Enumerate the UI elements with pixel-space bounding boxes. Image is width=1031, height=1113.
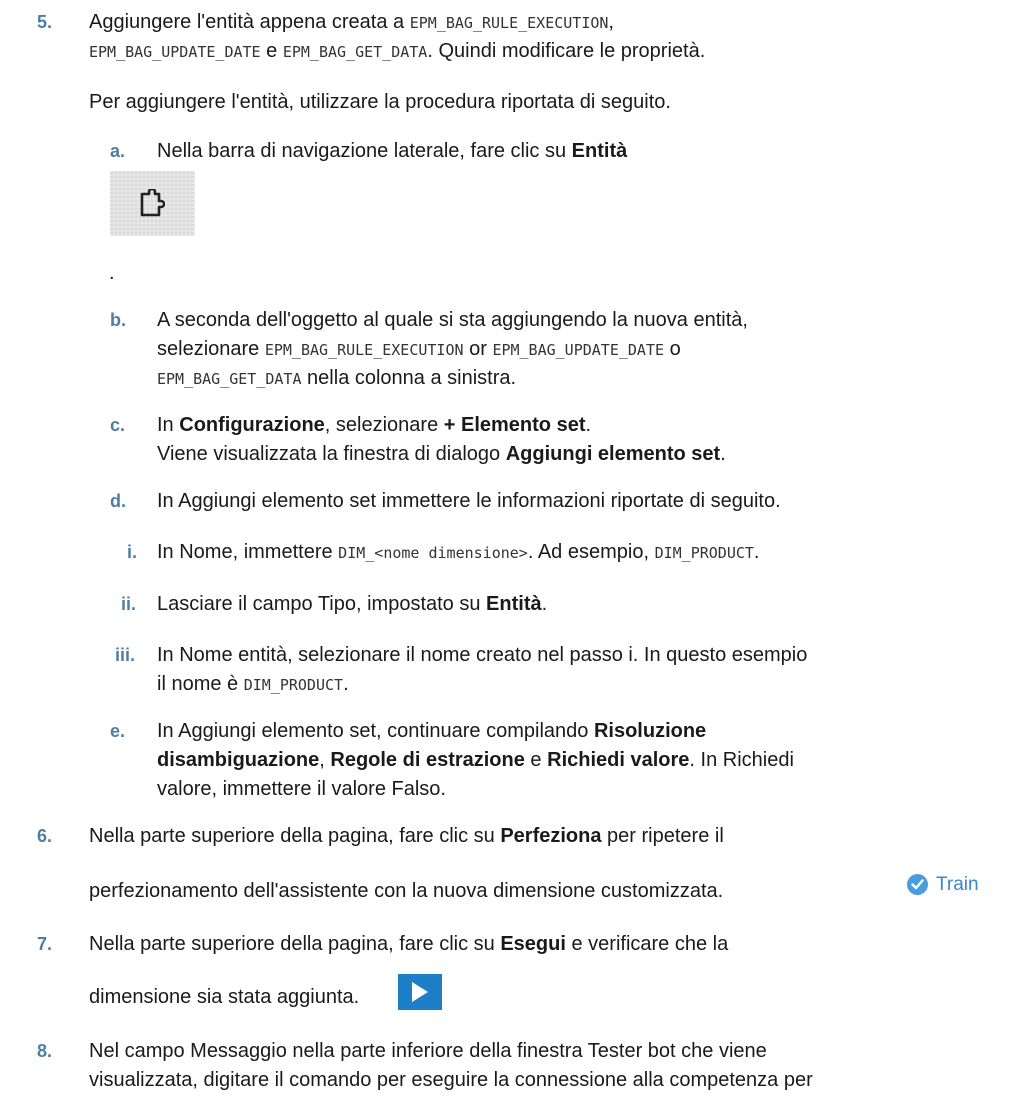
substep-number: e.: [110, 721, 126, 741]
step-8-line-1: Nel campo Messaggio nella parte inferior…: [89, 1040, 767, 1062]
train-button[interactable]: Train: [899, 866, 1030, 903]
substep-a-period: .: [109, 262, 115, 284]
substep-number: b.: [110, 310, 126, 330]
play-icon: [412, 982, 428, 1002]
step-5-line-2: EPM_BAG_UPDATE_DATE e EPM_BAG_GET_DATA. …: [89, 40, 706, 62]
substep-number: c.: [110, 415, 126, 435]
substep-d-iii-line-2: il nome è DIM_PRODUCT.: [157, 673, 349, 695]
documentation-page: 5. Aggiungere l'entità appena creata a E…: [0, 0, 1031, 1113]
substep-a-text: Nella barra di navigazione laterale, far…: [157, 140, 628, 162]
step-7-line-2: dimensione sia stata aggiunta.: [89, 986, 360, 1008]
step-5-intro: Per aggiungere l'entità, utilizzare la p…: [89, 91, 671, 113]
play-button[interactable]: [398, 974, 442, 1010]
step-6-line-1: Nella parte superiore della pagina, fare…: [89, 825, 724, 847]
substep-b-line-1: A seconda dell'oggetto al quale si sta a…: [157, 309, 748, 331]
step-number: 6.: [37, 826, 53, 846]
code: EPM_BAG_UPDATE_DATE: [89, 43, 261, 61]
code: EPM_BAG_UPDATE_DATE: [492, 341, 665, 359]
substep-number: i.: [127, 542, 138, 562]
substep-d-ii-text: Lasciare il campo Tipo, impostato su Ent…: [157, 593, 548, 615]
code: EPM_BAG_GET_DATA: [282, 43, 428, 61]
step-number: 7.: [37, 934, 53, 954]
step-number: 8.: [37, 1041, 53, 1061]
step-8-line-2: visualizzata, digitare il comando per es…: [89, 1069, 813, 1091]
substep-number: a.: [110, 141, 126, 161]
step-number: 5.: [37, 12, 53, 32]
substep-number: ii.: [121, 594, 137, 614]
step-6-line-2: perfezionamento dell'assistente con la n…: [89, 880, 724, 902]
substep-d-iii-line-1: In Nome entità, selezionare il nome crea…: [157, 644, 808, 666]
substep-d-i-text: In Nome, immettere DIM_<nome dimensione>…: [157, 541, 760, 563]
puzzle-piece-icon: [140, 189, 165, 217]
check-circle-icon: [907, 874, 928, 895]
code: DIM_PRODUCT: [243, 676, 344, 694]
substep-number: iii.: [115, 645, 136, 665]
step-5-line-1: Aggiungere l'entità appena creata a EPM_…: [89, 11, 614, 33]
entity-icon-screenshot: [110, 171, 195, 236]
substep-d-text: In Aggiungi elemento set immettere le in…: [157, 490, 781, 512]
substep-e-line-2: disambiguazione, Regole di estrazione e …: [157, 749, 794, 771]
train-button-label: Train: [936, 873, 979, 895]
code: EPM_BAG_RULE_EXECUTION: [264, 341, 464, 359]
substep-b-line-2: selezionare EPM_BAG_RULE_EXECUTION or EP…: [157, 338, 681, 360]
substep-number: d.: [110, 491, 126, 511]
substep-c-line-1: In Configurazione, selezionare + Element…: [157, 414, 592, 436]
substep-b-line-3: EPM_BAG_GET_DATA nella colonna a sinistr…: [157, 367, 517, 389]
step-7-line-1: Nella parte superiore della pagina, fare…: [89, 933, 729, 955]
code: DIM_PRODUCT: [654, 544, 754, 562]
substep-c-line-2: Viene visualizzata la finestra di dialog…: [157, 443, 726, 465]
code: EPM_BAG_RULE_EXECUTION: [409, 14, 609, 32]
code: DIM_<nome dimensione>: [338, 544, 528, 562]
substep-e-line-3: valore, immettere il valore Falso.: [157, 778, 446, 800]
code: EPM_BAG_GET_DATA: [157, 370, 302, 388]
substep-e-line-1: In Aggiungi elemento set, continuare com…: [157, 720, 707, 742]
